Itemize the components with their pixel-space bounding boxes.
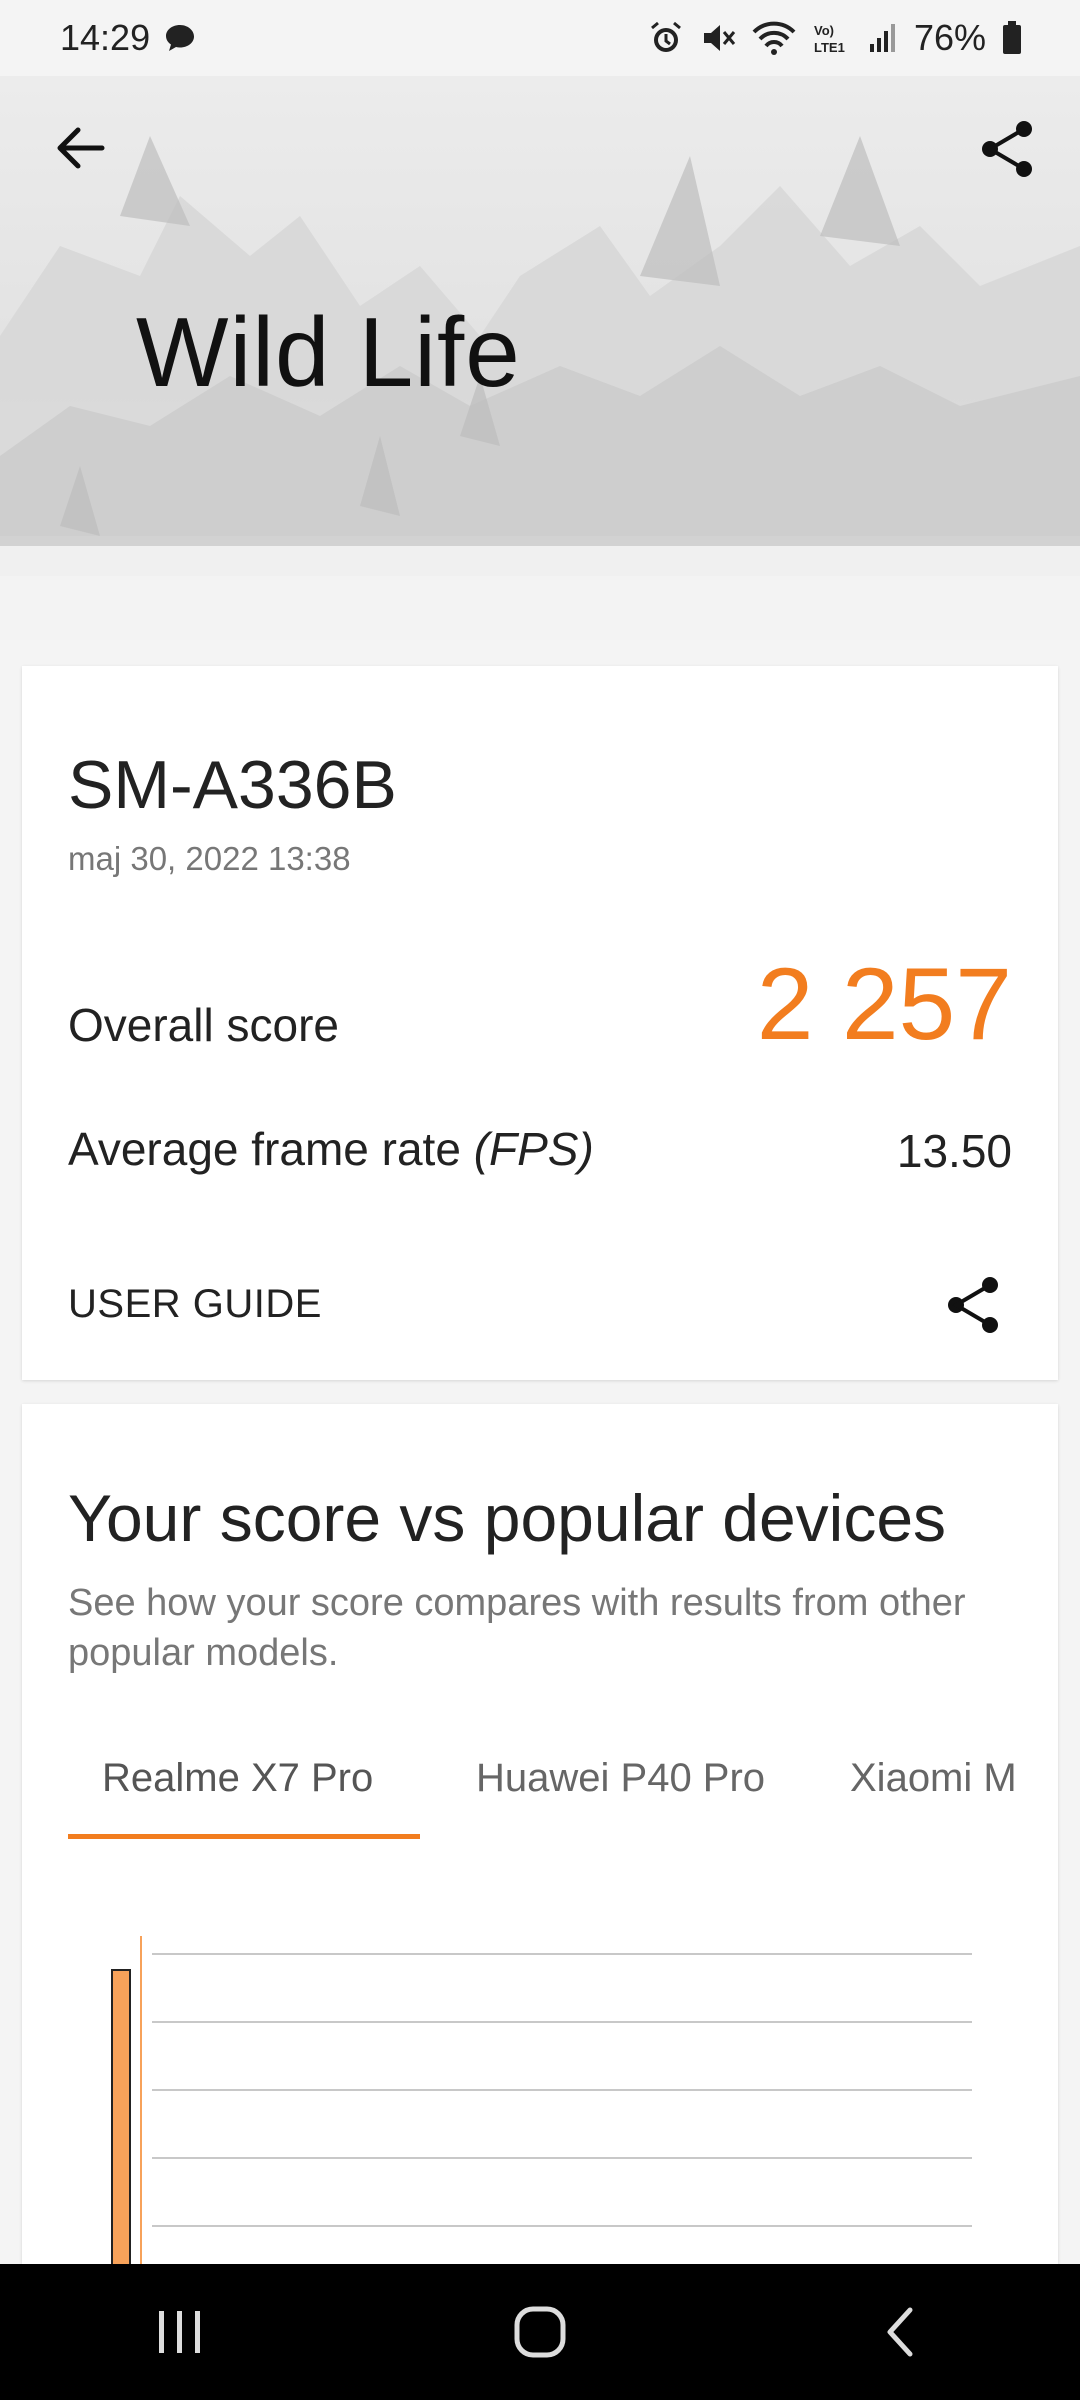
- status-right: Vo) LTE1 76%: [648, 17, 1022, 59]
- share-icon: [948, 1277, 998, 1333]
- user-guide-button[interactable]: USER GUIDE: [68, 1282, 322, 1327]
- comparison-card: Your score vs popular devices See how yo…: [22, 1404, 1058, 2264]
- fps-label: Average frame rate (FPS): [68, 1122, 594, 1176]
- recent-apps-icon: [159, 2311, 200, 2353]
- tab-realme-x7-pro[interactable]: Realme X7 Pro: [102, 1756, 373, 1801]
- home-icon: [514, 2306, 566, 2358]
- device-name: SM-A336B: [68, 747, 397, 823]
- battery-percent: 76%: [913, 17, 986, 58]
- back-button[interactable]: [48, 116, 112, 180]
- active-tab-indicator: [68, 1834, 420, 1839]
- system-nav-bar: [0, 2264, 1080, 2400]
- fps-label-unit: (FPS): [473, 1123, 594, 1175]
- mute-icon: [700, 20, 736, 56]
- recent-apps-button[interactable]: [120, 2282, 240, 2382]
- tab-xiaomi[interactable]: Xiaomi M: [850, 1756, 1017, 1801]
- share-icon: [982, 121, 1032, 177]
- chat-bubble-icon: [164, 23, 196, 53]
- home-button[interactable]: [480, 2282, 600, 2382]
- device-tabs: Realme X7 Pro Huawei P40 Pro Xiaomi M: [68, 1744, 1032, 1824]
- fps-label-text: Average frame rate: [68, 1123, 474, 1175]
- overall-score-value: 2 257: [756, 947, 1012, 1061]
- back-icon: [887, 2307, 913, 2357]
- result-date: maj 30, 2022 13:38: [68, 840, 351, 877]
- alarm-icon: [648, 20, 684, 56]
- signal-icon: [868, 22, 898, 54]
- result-share-button[interactable]: [938, 1270, 1008, 1340]
- comparison-description: See how your score compares with results…: [68, 1582, 966, 1674]
- volte-icon: Vo) LTE1: [812, 20, 852, 56]
- status-time: 14:29: [60, 17, 151, 58]
- fps-value: 13.50: [896, 1125, 1012, 1177]
- overall-score-label: Overall score: [68, 999, 339, 1051]
- back-nav-button[interactable]: [840, 2282, 960, 2382]
- status-bar: 14:29 Vo) LTE1 76%: [0, 0, 1080, 76]
- wifi-icon: [752, 20, 796, 56]
- comparison-chart: [111, 1936, 972, 2264]
- status-left: 14:29: [60, 17, 196, 59]
- hero-banner: Wild Life: [0, 76, 1080, 640]
- chart-bar: [111, 1969, 131, 2264]
- svg-text:Vo): Vo): [814, 23, 834, 38]
- svg-text:LTE1: LTE1: [814, 40, 845, 55]
- battery-icon: [1002, 21, 1022, 55]
- tab-huawei-p40-pro[interactable]: Huawei P40 Pro: [476, 1756, 765, 1801]
- arrow-left-icon: [57, 127, 105, 169]
- benchmark-title: Wild Life: [136, 297, 521, 407]
- comparison-title: Your score vs popular devices: [68, 1481, 947, 1555]
- result-card: SM-A336B maj 30, 2022 13:38 Overall scor…: [22, 666, 1058, 1380]
- share-button[interactable]: [972, 114, 1042, 184]
